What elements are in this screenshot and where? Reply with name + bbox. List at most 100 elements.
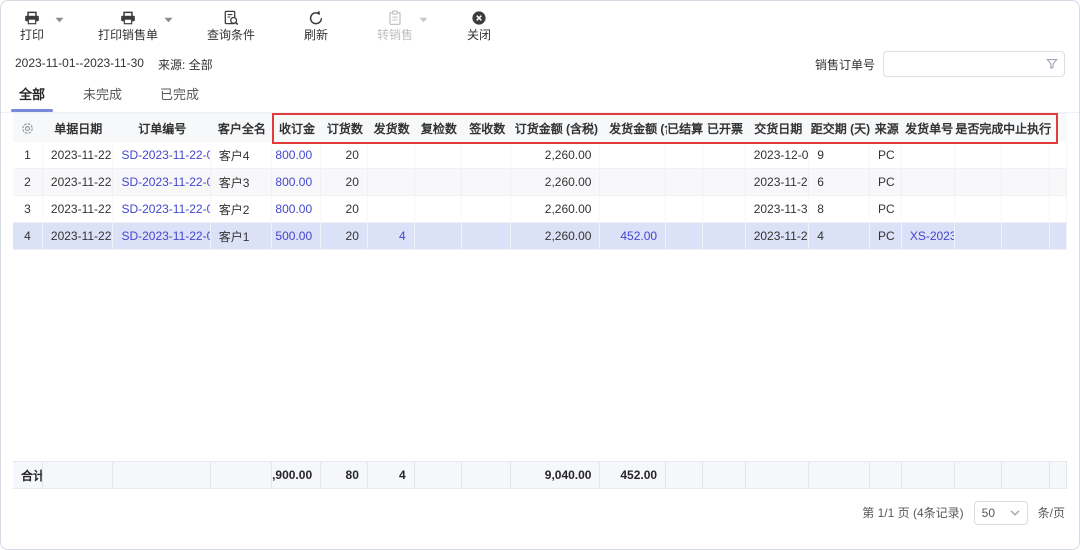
header-cell-ship_qty[interactable]: 发货数 (368, 114, 415, 142)
print-sales-order-button[interactable]: 打印销售单 (98, 10, 158, 42)
column-settings-cell[interactable] (13, 114, 43, 142)
total-cell-settled (666, 462, 703, 488)
cell-completed (955, 196, 1003, 222)
total-cell-customer (211, 462, 273, 488)
table-row[interactable]: 42023-11-22SD-2023-11-22-000...客户1500.00… (13, 223, 1067, 250)
cell-order_no[interactable]: SD-2023-11-22-000... (113, 169, 210, 195)
cell-order_no[interactable]: SD-2023-11-22-000... (113, 196, 210, 222)
table-total-row: 合计2,900.008049,040.00452.00 (13, 461, 1067, 489)
date-range-text: 2023-11-01--2023-11-30 (15, 56, 144, 73)
header-cell-ship_no[interactable]: 发货单号 (903, 114, 956, 142)
close-button[interactable]: 关闭 (462, 10, 496, 42)
printer-icon (24, 10, 40, 26)
cell-order_qty: 20 (321, 223, 368, 249)
cell-completed (955, 223, 1003, 249)
cell-sign_qty (462, 169, 511, 195)
total-cell-order_qty: 80 (321, 462, 368, 488)
cell-customer: 客户1 (211, 223, 273, 249)
total-cell-source (870, 462, 902, 488)
total-cell-ship_qty: 4 (368, 462, 415, 488)
header-cell-delivery_date[interactable]: 交货日期 (746, 114, 810, 142)
cell-filler (1050, 223, 1067, 249)
cell-order_amount: 2,260.00 (511, 142, 600, 168)
cell-completed (955, 142, 1003, 168)
table-row[interactable]: 32023-11-22SD-2023-11-22-000...客户2800.00… (13, 196, 1067, 223)
print-sales-order-dropdown-caret-icon[interactable] (164, 17, 173, 23)
table-row[interactable]: 12023-11-22SD-2023-11-22-000...客户4800.00… (13, 142, 1067, 169)
cell-order_no[interactable]: SD-2023-11-22-000... (113, 142, 210, 168)
filter-funnel-icon[interactable] (1046, 58, 1058, 70)
total-cell-order_no (113, 462, 210, 488)
cell-deposit[interactable]: 800.00 (272, 142, 321, 168)
total-cell-ship_no (902, 462, 955, 488)
refresh-button[interactable]: 刷新 (299, 10, 333, 42)
cell-deposit[interactable]: 800.00 (272, 169, 321, 195)
cell-customer: 客户4 (211, 142, 273, 168)
header-cell-aborted[interactable]: 中止执行 (1003, 114, 1051, 142)
cell-invoiced (703, 142, 746, 168)
cell-order_amount: 2,260.00 (511, 169, 600, 195)
header-cell-invoiced[interactable]: 已开票 (704, 114, 747, 142)
print-button[interactable]: 打印 (15, 10, 49, 42)
page-size-value: 50 (982, 506, 995, 520)
orders-table: 单据日期订单编号客户全名收订金订货数发货数复检数签收数订货金额 (含税)发货金额… (13, 113, 1067, 549)
table-row[interactable]: 22023-11-22SD-2023-11-22-000...客户3800.00… (13, 169, 1067, 196)
header-cell-recheck_qty[interactable]: 复检数 (415, 114, 463, 142)
cell-customer: 客户3 (211, 169, 273, 195)
cell-ship_amount (600, 142, 666, 168)
header-cell-ship_amount[interactable]: 发货金额 (含税 (601, 114, 667, 142)
tab-completed[interactable]: 已完成 (156, 84, 203, 112)
cell-rownum: 2 (13, 169, 43, 195)
refresh-button-label: 刷新 (304, 28, 328, 42)
sales-order-no-input[interactable] (883, 51, 1065, 77)
total-cell-delivery_date (746, 462, 810, 488)
cell-ship_no[interactable]: XS-2023... (902, 223, 955, 249)
gear-icon[interactable] (20, 121, 35, 136)
cell-delivery_date: 2023-12-01 (746, 142, 810, 168)
printer-icon (120, 10, 136, 26)
cell-settled (666, 196, 703, 222)
header-cell-completed[interactable]: 是否完成 (955, 114, 1003, 142)
cell-source: PC (870, 196, 902, 222)
cell-ship_qty[interactable]: 4 (368, 223, 415, 249)
header-cell-order_amount[interactable]: 订货金额 (含税) (512, 114, 602, 142)
cell-ship_no (902, 169, 955, 195)
header-cell-order_qty[interactable]: 订货数 (321, 114, 368, 142)
header-cell-order_no[interactable]: 订单编号 (114, 114, 211, 142)
header-cell-settled[interactable]: 已结算 (667, 114, 704, 142)
cell-ship_amount[interactable]: 452.00 (600, 223, 666, 249)
filter-bar: 2023-11-01--2023-11-30 来源: 全部 销售订单号 (1, 49, 1079, 79)
total-cell-completed (955, 462, 1003, 488)
print-dropdown-caret-icon[interactable] (55, 17, 64, 23)
query-conditions-button[interactable]: 查询条件 (207, 10, 255, 42)
cell-delivery_date: 2023-11-28 (746, 169, 810, 195)
page-size-select[interactable]: 50 (974, 501, 1028, 525)
header-cell-days[interactable]: 距交期 (天) (810, 114, 871, 142)
header-cell-sign_qty[interactable]: 签收数 (463, 114, 512, 142)
cell-date: 2023-11-22 (43, 196, 114, 222)
cell-source: PC (870, 142, 902, 168)
cell-sign_qty (462, 142, 511, 168)
cell-settled (666, 142, 703, 168)
cell-order_no[interactable]: SD-2023-11-22-000... (113, 223, 210, 249)
to-sales-dropdown-caret-icon[interactable] (419, 17, 428, 23)
cell-rownum: 1 (13, 142, 43, 168)
cell-deposit[interactable]: 500.00 (272, 223, 321, 249)
cell-invoiced (703, 196, 746, 222)
table-body: 12023-11-22SD-2023-11-22-000...客户4800.00… (13, 142, 1067, 250)
header-cell-customer[interactable]: 客户全名 (211, 114, 273, 142)
cell-days: 9 (809, 142, 870, 168)
to-sales-button-label: 转销售 (377, 28, 413, 42)
tab-incomplete[interactable]: 未完成 (79, 84, 126, 112)
header-cell-deposit[interactable]: 收订金 (273, 114, 322, 142)
total-cell-recheck_qty (415, 462, 463, 488)
cell-source: PC (870, 223, 902, 249)
tab-all[interactable]: 全部 (15, 84, 49, 112)
header-cell-source[interactable]: 来源 (871, 114, 903, 142)
toolbar: 打印 打印销售单 查询条件 刷新 (1, 1, 1079, 49)
print-sales-order-button-label: 打印销售单 (98, 28, 158, 42)
to-sales-button[interactable]: 转销售 (377, 10, 413, 42)
sales-order-no-label: 销售订单号 (815, 56, 875, 73)
cell-deposit[interactable]: 800.00 (272, 196, 321, 222)
header-cell-date[interactable]: 单据日期 (43, 114, 114, 142)
